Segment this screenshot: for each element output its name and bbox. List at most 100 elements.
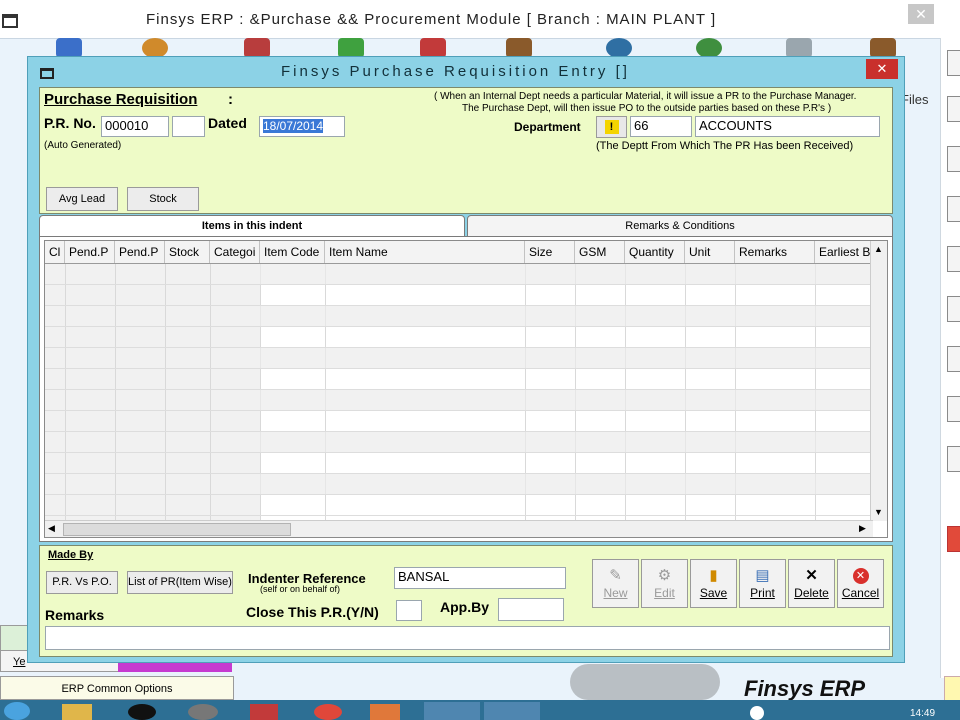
col-header-gsm[interactable]: GSM [575, 241, 625, 263]
department-code-input[interactable]: 66 [630, 116, 692, 137]
new-icon: ✎ [609, 567, 622, 584]
bg-toolbar-icon[interactable] [696, 38, 722, 58]
list-of-pr-button[interactable]: List of PR(Item Wise) [127, 571, 233, 594]
footer-panel: Made By P.R. Vs P.O. List of PR(Item Wis… [39, 545, 893, 657]
bg-side-button[interactable] [947, 346, 960, 372]
bg-toolbar-icon[interactable] [244, 38, 270, 58]
bg-side-button[interactable] [947, 526, 960, 552]
grid-horizontal-scrollbar[interactable]: ◀ ▶ [45, 520, 873, 537]
stock-button[interactable]: Stock [127, 187, 199, 211]
department-name-input[interactable]: ACCOUNTS [695, 116, 880, 137]
col-header-size[interactable]: Size [525, 241, 575, 263]
col-header-quantity[interactable]: Quantity [625, 241, 685, 263]
bg-side-button[interactable] [947, 396, 960, 422]
dialog-titlebar: Finsys Purchase Requisition Entry [] [28, 57, 904, 85]
browser-taskbar-icon[interactable] [314, 704, 342, 720]
pr-no-input[interactable]: 000010 [101, 116, 169, 137]
window-menu-icon[interactable] [2, 14, 18, 28]
print-button[interactable]: ▤ Print [739, 559, 786, 608]
clock: 14:49 [910, 708, 936, 719]
bg-toolbar-icon[interactable] [786, 38, 812, 58]
department-lookup-button[interactable]: ! [596, 116, 627, 138]
auto-generated-note: (Auto Generated) [44, 140, 122, 151]
col-header-category[interactable]: Categoi [210, 241, 260, 263]
bg-toolbar-icon[interactable] [420, 38, 446, 58]
header-panel: Purchase Requisition : P.R. No. 000010 D… [39, 87, 893, 214]
window-menu-icon[interactable] [40, 68, 54, 79]
grid-vertical-scrollbar[interactable]: ▲ ▼ [870, 241, 887, 521]
erp-window-title: Finsys ERP : &Purchase && Procurement Mo… [146, 11, 717, 28]
app-taskbar-button[interactable] [484, 702, 540, 720]
cancel-button[interactable]: ✕ Cancel [837, 559, 884, 608]
erp-common-options-button[interactable]: ERP Common Options [0, 676, 234, 700]
scroll-right-arrow-icon[interactable]: ▶ [859, 523, 866, 534]
heading-colon: : [228, 91, 233, 108]
col-header-item-name[interactable]: Item Name [325, 241, 525, 263]
app-by-input[interactable] [498, 598, 564, 621]
bg-side-button[interactable] [944, 676, 960, 702]
scroll-up-arrow-icon[interactable]: ▲ [874, 244, 883, 254]
finsys-taskbar-button[interactable] [424, 702, 480, 720]
pr-suffix-input[interactable] [172, 116, 205, 137]
dialog-close-button[interactable] [866, 59, 898, 79]
bg-toolbar-icon[interactable] [870, 38, 896, 58]
bg-toolbar-icon[interactable] [338, 38, 364, 58]
tab-items-in-indent[interactable]: Items in this indent [39, 215, 465, 237]
bg-side-button[interactable] [947, 296, 960, 322]
col-header-pend-po-1[interactable]: Pend.P [65, 241, 115, 263]
bg-side-button[interactable] [947, 196, 960, 222]
col-header-cl[interactable]: Cl [45, 241, 65, 263]
app-taskbar-icon[interactable] [370, 704, 400, 720]
hp-taskbar-icon[interactable] [188, 704, 218, 720]
print-icon: ▤ [755, 567, 770, 584]
indenter-reference-input[interactable]: BANSAL [394, 567, 566, 589]
save-icon: ▮ [709, 567, 718, 584]
app-taskbar-icon[interactable] [250, 704, 278, 720]
col-header-item-code[interactable]: Item Code [260, 241, 325, 263]
bg-highlight-bar [118, 662, 232, 672]
dated-label: Dated [208, 115, 247, 131]
col-header-stock[interactable]: Stock [165, 241, 210, 263]
bg-toolbar-icon[interactable] [506, 38, 532, 58]
bg-side-button[interactable] [947, 50, 960, 76]
bg-toolbar-icon[interactable] [56, 38, 82, 58]
app-taskbar-icon[interactable] [128, 704, 156, 720]
exclamation-icon: ! [604, 120, 619, 134]
tray-icon[interactable] [750, 706, 764, 720]
save-button[interactable]: ▮ Save [690, 559, 737, 608]
pr-vs-po-button[interactable]: P.R. Vs P.O. [46, 571, 118, 594]
new-button[interactable]: ✎ New [592, 559, 639, 608]
scroll-left-arrow-icon[interactable]: ◀ [48, 523, 55, 534]
avg-lead-button[interactable]: Avg Lead [46, 187, 118, 211]
bg-side-button[interactable] [947, 446, 960, 472]
folder-taskbar-icon[interactable] [62, 704, 92, 720]
scroll-down-arrow-icon[interactable]: ▼ [874, 507, 883, 517]
bg-side-button[interactable] [947, 246, 960, 272]
indenter-reference-sublabel: (self or on behalf of) [260, 584, 341, 594]
col-header-earliest[interactable]: Earliest B [815, 241, 873, 263]
close-pr-input[interactable] [396, 600, 422, 621]
bg-side-button[interactable] [947, 146, 960, 172]
col-header-unit[interactable]: Unit [685, 241, 735, 263]
scroll-thumb[interactable] [63, 523, 291, 536]
edit-button[interactable]: ⚙ Edit [641, 559, 688, 608]
start-icon[interactable] [4, 702, 30, 720]
bg-toolbar-icon[interactable] [606, 38, 632, 58]
erp-close-button[interactable] [908, 4, 934, 24]
items-grid[interactable]: Cl Pend.P Pend.P Stock Categoi Item Code… [44, 240, 888, 538]
department-hint: (The Deptt From Which The PR Has been Re… [596, 140, 854, 152]
tab-remarks-conditions[interactable]: Remarks & Conditions [467, 215, 893, 237]
erp-window-titlebar: Finsys ERP : &Purchase && Procurement Mo… [0, 0, 960, 39]
bg-side-button[interactable] [947, 96, 960, 122]
col-header-pend-po-2[interactable]: Pend.P [115, 241, 165, 263]
remarks-input[interactable] [45, 626, 890, 650]
close-pr-label: Close This P.R.(Y/N) [246, 604, 379, 620]
grid-rows[interactable] [45, 264, 873, 522]
remarks-label: Remarks [45, 607, 105, 623]
edit-icon: ⚙ [657, 567, 672, 584]
col-header-remarks[interactable]: Remarks [735, 241, 815, 263]
dated-input[interactable]: 18/07/2014 [259, 116, 345, 137]
bg-toolbar-icon[interactable] [142, 38, 168, 58]
delete-button[interactable]: ✕ Delete [788, 559, 835, 608]
app-by-label: App.By [440, 599, 489, 615]
